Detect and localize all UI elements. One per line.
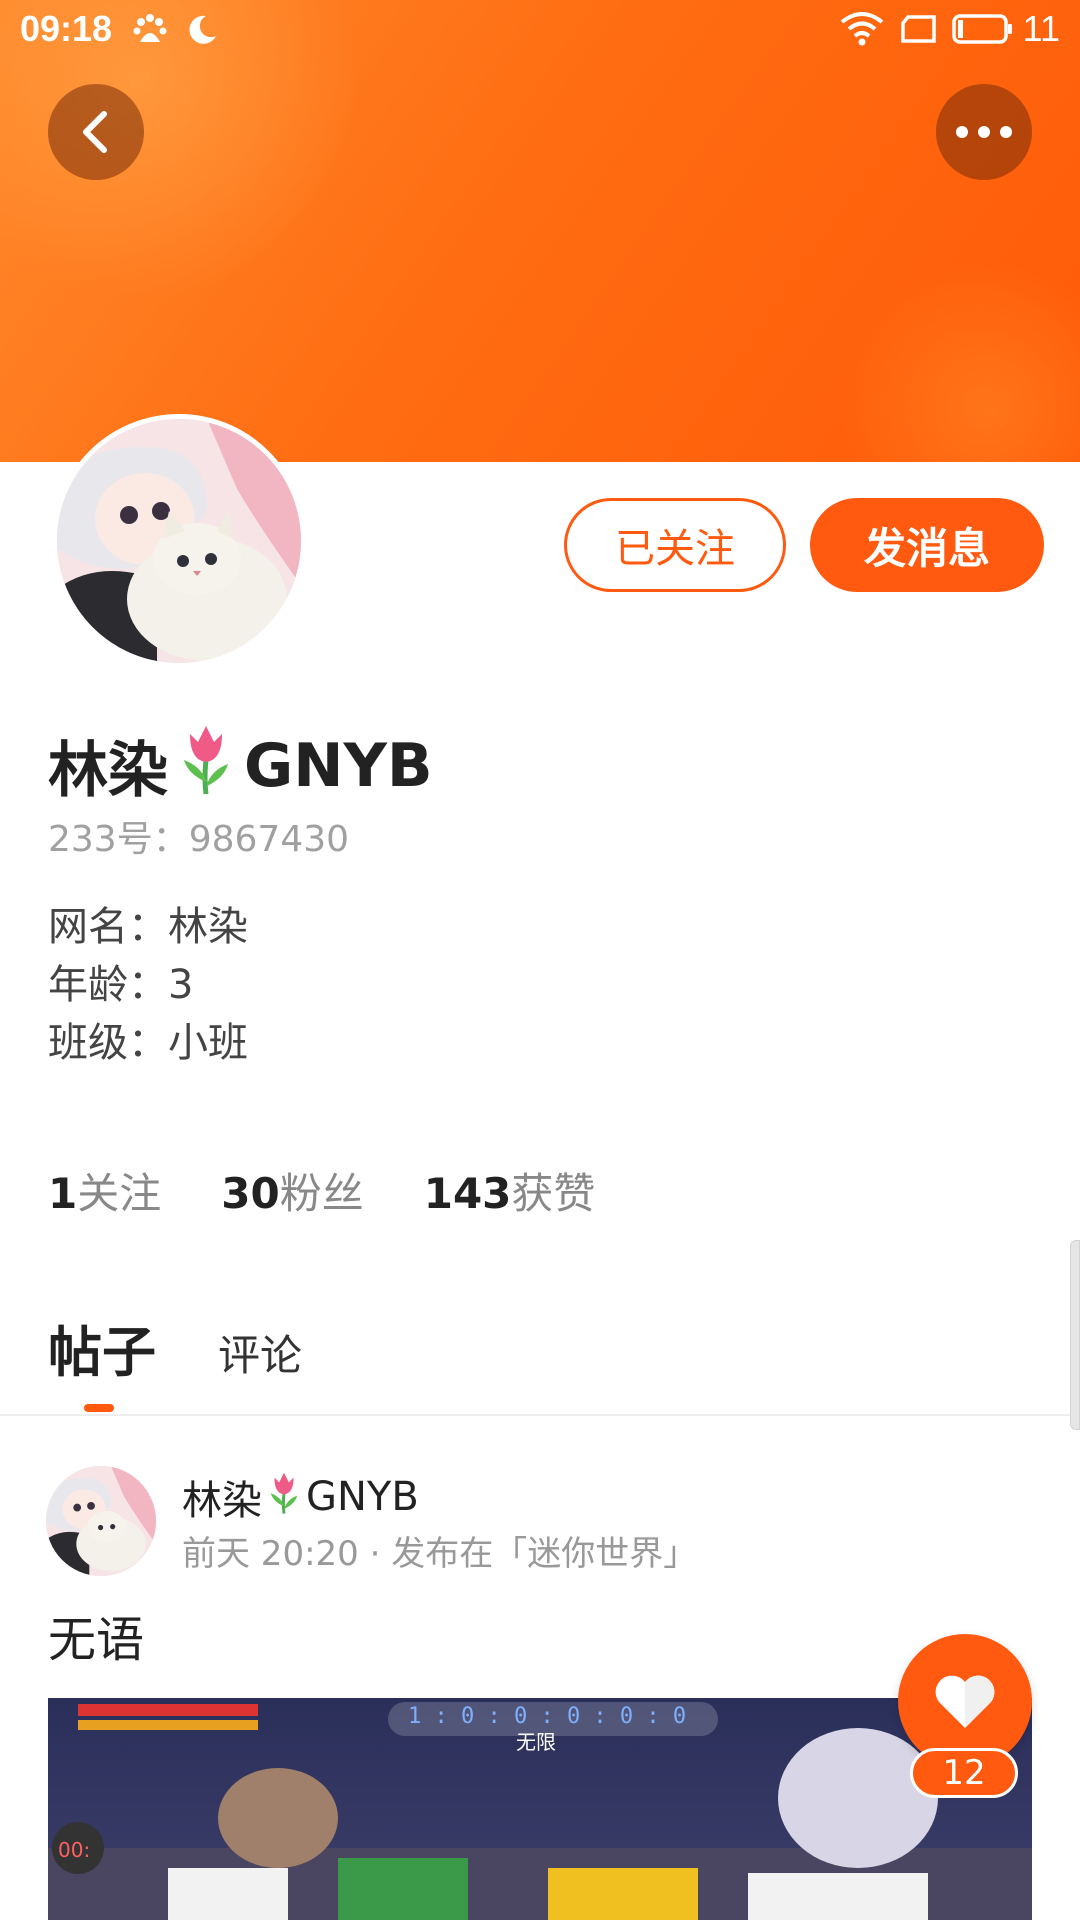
wifi-icon <box>840 10 884 52</box>
profile-name-suffix: GNYB <box>244 730 433 801</box>
stat-value: 143 <box>423 1169 512 1218</box>
sim-card-icon <box>900 14 938 48</box>
stat-following[interactable]: 1关注 <box>48 1160 161 1221</box>
stat-value: 30 <box>221 1169 280 1218</box>
post-author-suffix: GNYB <box>306 1474 419 1520</box>
profile-banner <box>0 0 1080 462</box>
heart-icon <box>935 1675 995 1728</box>
battery-level: 11 <box>1022 8 1060 49</box>
stat-fans[interactable]: 30粉丝 <box>221 1160 363 1221</box>
anime-avatar-image <box>57 419 301 663</box>
moon-icon <box>184 12 220 52</box>
post-author-name[interactable]: 林染 GNYB <box>182 1468 419 1526</box>
bio-line: 班级：小班 <box>48 1020 248 1066</box>
status-bar: 09:18 11 <box>0 0 1080 60</box>
profile-stats: 1关注 30粉丝 143获赞 <box>48 1160 595 1221</box>
profile-avatar[interactable] <box>52 414 306 668</box>
game-timer-text: 00: <box>58 1838 91 1862</box>
profile-tabs: 帖子 评论 <box>48 1308 302 1387</box>
tab-posts[interactable]: 帖子 <box>48 1308 156 1387</box>
side-drawer-handle[interactable] <box>1070 1240 1080 1430</box>
game-mode-text: 无限 <box>516 1730 556 1754</box>
divider <box>0 1414 1080 1416</box>
tab-comments[interactable]: 评论 <box>218 1322 302 1387</box>
anime-avatar-image <box>46 1466 156 1576</box>
more-dots-icon <box>956 126 1012 138</box>
tulip-icon <box>266 1469 302 1525</box>
user-id: 233号：9867430 <box>48 819 350 860</box>
stat-label: 获赞 <box>511 1169 596 1218</box>
baidu-paw-icon <box>132 12 168 52</box>
post-author-avatar[interactable] <box>46 1466 156 1576</box>
status-time: 09:18 <box>20 8 113 49</box>
bio-line: 网名：林染 <box>48 904 248 950</box>
post-author-text: 林染 <box>182 1478 262 1524</box>
stat-label: 粉丝 <box>279 1169 364 1218</box>
post-image[interactable]: 1 : 0 : 0 : 0 : 0 : 0 无限 00: <box>48 1698 1032 1920</box>
stat-value: 1 <box>48 1169 78 1218</box>
chevron-left-icon <box>83 111 107 153</box>
more-options-button[interactable] <box>936 84 1032 180</box>
stat-label: 关注 <box>77 1169 162 1218</box>
profile-name-text: 林染 <box>48 736 168 806</box>
profile-name: 林染 GNYB <box>48 720 433 811</box>
tab-active-indicator <box>84 1404 114 1412</box>
post-meta: 前天 20:20 · 发布在「迷你世界」 <box>182 1534 698 1574</box>
post-text: 无语 <box>48 1612 145 1668</box>
back-button[interactable] <box>48 84 144 180</box>
profile-bio: 网名：林染 年龄：3 班级：小班 <box>48 898 248 1072</box>
battery-icon <box>952 14 1014 48</box>
stat-likes[interactable]: 143获赞 <box>424 1160 596 1221</box>
bio-line: 年龄：3 <box>48 962 194 1008</box>
followed-button[interactable]: 已关注 <box>564 498 786 592</box>
like-count: 12 <box>910 1748 1018 1798</box>
send-message-button[interactable]: 发消息 <box>810 498 1044 592</box>
tulip-icon <box>176 720 236 811</box>
